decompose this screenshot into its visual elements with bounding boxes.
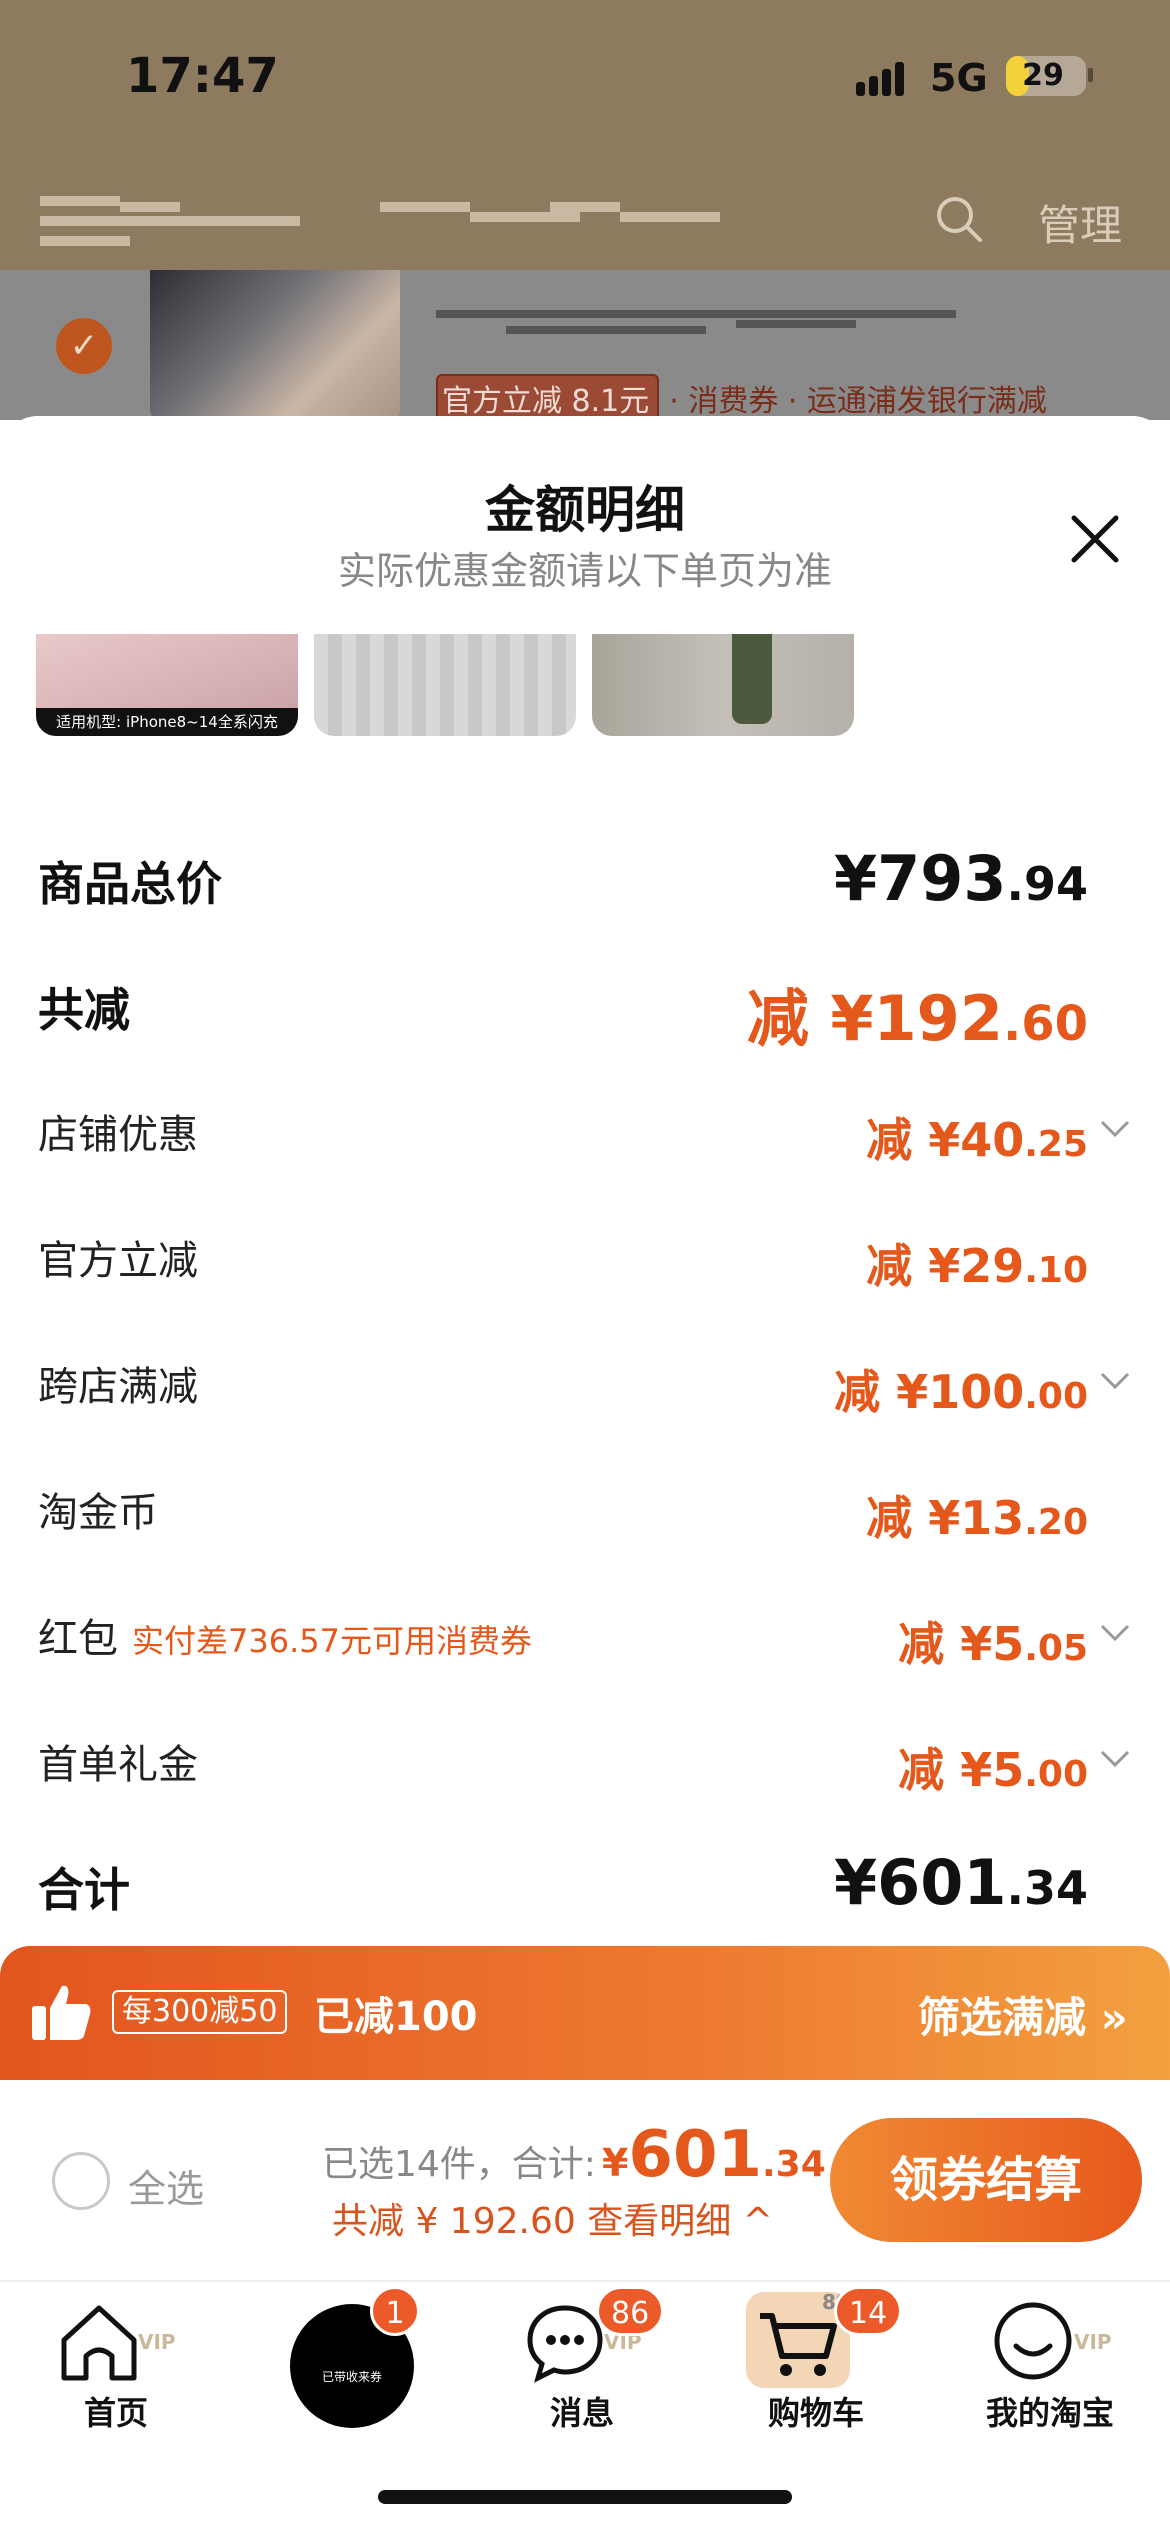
row-value-taojinbi: 减 ¥13.20: [866, 1491, 1088, 1545]
sheet-subtitle: 实际优惠金额请以下单页为准: [337, 549, 832, 593]
row-label-total-discount: 共减: [38, 983, 130, 1037]
message-badge: 86: [596, 2286, 665, 2336]
home-indicator: [378, 2490, 792, 2504]
row-value-shop-discount[interactable]: 减 ¥40.25: [866, 1104, 1088, 1170]
row-label-shop-discount: 店铺优惠: [38, 1112, 198, 1158]
row-label-total: 合计: [38, 1863, 130, 1917]
red-packet-note: 实付差736.57元可用消费券: [132, 1622, 532, 1660]
thumbnail-caption: 适用机型: iPhone8~14全系闪充: [36, 708, 298, 736]
view-details-link[interactable]: 共减 ¥ 192.60 查看明细 ^: [332, 2192, 773, 2244]
vip-tag: VIP: [138, 2330, 176, 2354]
promo-saved-text: 已减100: [314, 1994, 478, 2040]
search-icon[interactable]: [934, 194, 984, 244]
blurred-nav-title: [380, 198, 720, 238]
select-all-checkbox[interactable]: [52, 2152, 110, 2210]
home-icon[interactable]: [54, 2296, 144, 2386]
profile-icon[interactable]: [988, 2296, 1078, 2386]
battery-percent: 29: [1022, 58, 1064, 93]
close-icon[interactable]: [1066, 510, 1124, 568]
chevron-down-icon[interactable]: [1096, 1740, 1134, 1778]
cart-badge: 14: [834, 2286, 903, 2336]
cart-item-thumbnail: [150, 270, 400, 420]
checkout-button[interactable]: 领券结算: [830, 2118, 1142, 2242]
tab-messages[interactable]: 消息: [530, 2388, 634, 2434]
promo-rule-badge: 每300减50: [112, 1990, 288, 2034]
thumbs-up-icon: [32, 1985, 91, 2040]
row-value-red-packet[interactable]: 减 ¥5.05: [898, 1608, 1088, 1674]
row-value-first-order-gift[interactable]: 减 ¥5.00: [898, 1734, 1088, 1800]
cart-item-title-blurred: [436, 300, 956, 340]
status-bar: 17:47 5G 29: [0, 0, 1170, 150]
tab-home[interactable]: 首页: [64, 2388, 168, 2434]
signal-icon: [856, 60, 912, 96]
center-tab-badge: 1: [370, 2286, 420, 2336]
row-label-cross-store: 跨店满减: [38, 1364, 198, 1410]
tab-my-taobao[interactable]: 我的淘宝: [980, 2388, 1120, 2434]
vip-tag: VIP: [1074, 2330, 1112, 2354]
row-value-total-discount: 减 ¥192.60: [746, 982, 1088, 1055]
chevron-down-icon[interactable]: [1096, 1362, 1134, 1400]
network-label: 5G: [930, 56, 988, 100]
product-thumbnail[interactable]: [314, 634, 576, 736]
promo-text: · 消费券 · 运通浦发银行满减: [669, 384, 1047, 419]
battery-icon: 29: [1006, 56, 1086, 96]
product-thumbnail[interactable]: [592, 634, 854, 736]
blurred-nav-left: [40, 192, 300, 252]
chevron-down-icon[interactable]: [1096, 1110, 1134, 1148]
select-all-label[interactable]: 全选: [128, 2158, 204, 2213]
cart-item-checkbox[interactable]: ✓: [56, 318, 112, 374]
row-label-first-order-gift: 首单礼金: [38, 1742, 198, 1788]
row-value-total: ¥601.34: [833, 1846, 1088, 1919]
status-time: 17:47: [126, 48, 279, 104]
promo-badge: 官方立减 8.1元: [436, 374, 660, 422]
row-value-official-discount: 减 ¥29.10: [866, 1239, 1088, 1293]
row-label-subtotal: 商品总价: [38, 857, 222, 911]
sheet-title: 金额明细: [485, 481, 685, 539]
row-label-taojinbi: 淘金币: [38, 1490, 158, 1536]
battery-nub: [1088, 68, 1093, 82]
tab-cart[interactable]: 购物车: [764, 2388, 868, 2434]
center-promo-text: 已带收来券: [321, 2370, 382, 2384]
row-label-red-packet: 红包 实付差736.57元可用消费券: [38, 1616, 532, 1662]
row-label-official-discount: 官方立减: [38, 1238, 198, 1284]
row-value-subtotal: ¥793.94: [833, 842, 1088, 915]
chevron-down-icon[interactable]: [1096, 1614, 1134, 1652]
product-thumbnail[interactable]: 适用机型: iPhone8~14全系闪充: [36, 634, 298, 736]
filter-discount-link[interactable]: 筛选满减 »: [918, 1984, 1128, 2045]
selected-summary: 已选14件，合计: ¥601.34: [322, 2118, 826, 2192]
manage-button[interactable]: 管理: [1038, 192, 1122, 253]
row-value-cross-store[interactable]: 减 ¥100.00: [834, 1356, 1088, 1422]
cart-item-promo: 官方立减 8.1元 · 消费券 · 运通浦发银行满减: [436, 374, 1047, 422]
